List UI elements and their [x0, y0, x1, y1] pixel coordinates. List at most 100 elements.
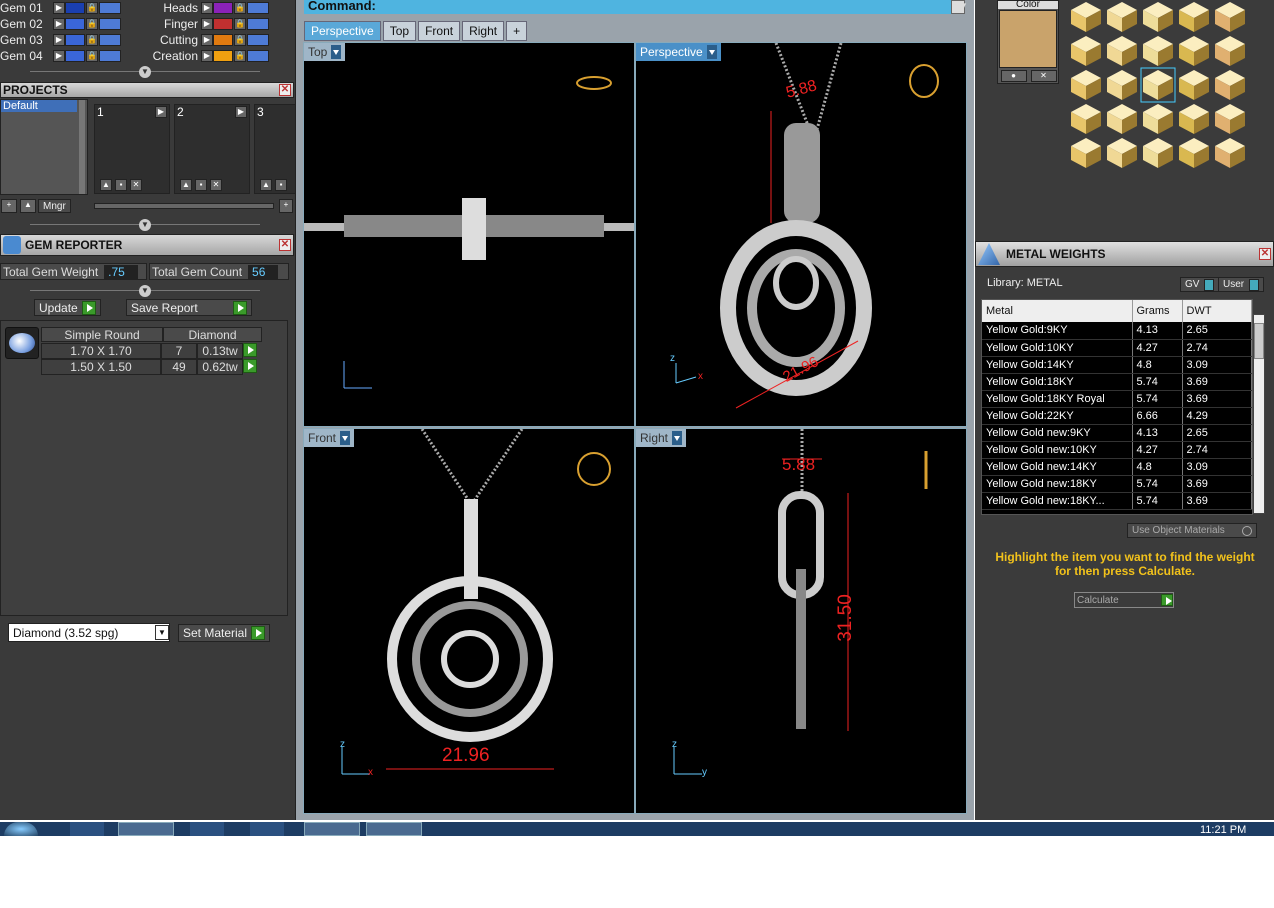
- metal-swatch-icon[interactable]: [1179, 70, 1209, 100]
- metal-swatch-icon[interactable]: [1107, 70, 1137, 100]
- lock-icon[interactable]: 🔒: [86, 50, 98, 62]
- table-row[interactable]: Yellow Gold:18KY 5.74 3.69: [982, 373, 1252, 391]
- visibility-toggle[interactable]: [99, 34, 121, 46]
- lock-icon[interactable]: 🔒: [234, 50, 246, 62]
- app-icon[interactable]: [250, 822, 284, 836]
- layer-row[interactable]: Gem 04 ▶ 🔒: [0, 48, 140, 64]
- material-select[interactable]: Diamond (3.52 spg) ▼: [8, 623, 170, 642]
- metal-swatch-icon[interactable]: [1140, 67, 1176, 103]
- metal-swatch-icon[interactable]: [1071, 2, 1101, 32]
- start-button-icon[interactable]: [4, 822, 38, 836]
- metal-swatch-icon[interactable]: [1179, 104, 1209, 134]
- collapse-handle-icon[interactable]: ▼: [139, 285, 151, 297]
- visibility-toggle[interactable]: [99, 18, 121, 30]
- metal-swatch-icon[interactable]: [1071, 138, 1101, 168]
- lock-icon[interactable]: 🔒: [234, 34, 246, 46]
- visibility-toggle[interactable]: [99, 2, 121, 14]
- column-header[interactable]: Grams: [1132, 300, 1183, 322]
- metal-swatch-icon[interactable]: [1215, 138, 1245, 168]
- viewport-perspective[interactable]: Perspective 5.88 21.96 z x: [635, 42, 967, 427]
- close-icon[interactable]: ✕: [279, 84, 291, 96]
- close-icon[interactable]: ✕: [1030, 70, 1057, 82]
- table-row[interactable]: Yellow Gold new:18KY... 5.74 3.69: [982, 492, 1252, 510]
- layer-color[interactable]: [65, 50, 85, 62]
- delete-icon[interactable]: ✕: [210, 179, 222, 191]
- expand-icon[interactable]: ▶: [201, 2, 213, 14]
- calculate-button[interactable]: Calculate: [1074, 592, 1174, 608]
- up-icon[interactable]: ▲: [260, 179, 272, 191]
- layer-row[interactable]: Heads ▶ 🔒: [146, 0, 286, 16]
- visibility-toggle[interactable]: [247, 18, 269, 30]
- layer-color[interactable]: [213, 2, 233, 14]
- expand-icon[interactable]: ▶: [201, 50, 213, 62]
- metal-swatch-icon[interactable]: [1179, 2, 1209, 32]
- expand-icon[interactable]: ▶: [201, 34, 213, 46]
- metal-swatch-icon[interactable]: [1071, 104, 1101, 134]
- layer-color[interactable]: [213, 18, 233, 30]
- close-icon[interactable]: ✕: [1259, 248, 1271, 260]
- column-header[interactable]: DWT: [1182, 300, 1252, 322]
- play-icon[interactable]: [243, 359, 257, 373]
- scroll-thumb[interactable]: [1254, 323, 1264, 359]
- close-icon[interactable]: ✕: [279, 239, 291, 251]
- metal-swatch-icon[interactable]: [1215, 70, 1245, 100]
- scroll-arrows-icon[interactable]: ▲▼: [951, 0, 968, 14]
- add-icon[interactable]: +: [279, 199, 293, 213]
- scrollbar[interactable]: [79, 100, 85, 194]
- layer-row[interactable]: Creation ▶ 🔒: [146, 48, 286, 64]
- layer-color[interactable]: [65, 34, 85, 46]
- update-button[interactable]: Update: [34, 299, 101, 316]
- project-scrollbar[interactable]: [94, 203, 274, 209]
- visibility-toggle[interactable]: [247, 50, 269, 62]
- save-icon[interactable]: ▪: [115, 179, 127, 191]
- metal-swatch-icon[interactable]: [1143, 104, 1173, 134]
- save-icon[interactable]: ▪: [195, 179, 207, 191]
- table-scrollbar[interactable]: [1253, 314, 1265, 514]
- expand-icon[interactable]: ▶: [53, 34, 65, 46]
- expand-icon[interactable]: ▶: [53, 50, 65, 62]
- command-line[interactable]: Command:: [304, 0, 964, 14]
- metal-swatch-icon[interactable]: [1107, 138, 1137, 168]
- gv-toggle[interactable]: GV: [1180, 277, 1220, 292]
- layer-color[interactable]: [213, 50, 233, 62]
- metal-swatch-icon[interactable]: [1071, 36, 1101, 66]
- color-wheel-icon[interactable]: ●: [1000, 70, 1027, 82]
- table-row[interactable]: Yellow Gold new:14KY 4.8 3.09: [982, 458, 1252, 476]
- table-row[interactable]: Yellow Gold:14KY 4.8 3.09: [982, 356, 1252, 374]
- table-row[interactable]: Yellow Gold:22KY 6.66 4.29: [982, 407, 1252, 425]
- save-report-button[interactable]: Save Report: [126, 299, 252, 316]
- project-item-default[interactable]: Default: [1, 100, 77, 112]
- project-list[interactable]: Default: [0, 99, 88, 195]
- metal-swatch-icon[interactable]: [1143, 36, 1173, 66]
- project-slot[interactable]: 1 ▶ ▲ ▪ ✕: [94, 104, 170, 194]
- lock-icon[interactable]: 🔒: [234, 18, 246, 30]
- app-icon[interactable]: [190, 822, 224, 836]
- layer-row[interactable]: Gem 03 ▶ 🔒: [0, 32, 140, 48]
- layer-row[interactable]: Cutting ▶ 🔒: [146, 32, 286, 48]
- metal-swatch-icon[interactable]: [1179, 138, 1209, 168]
- metal-swatch-icon[interactable]: [1107, 36, 1137, 66]
- collapse-handle-icon[interactable]: ▼: [139, 66, 151, 78]
- metal-swatch-icon[interactable]: [1143, 2, 1173, 32]
- gem-row[interactable]: 1.70 X 1.70 7 0.13tw: [41, 343, 257, 359]
- collapse-handle-icon[interactable]: ▼: [139, 219, 151, 231]
- browser-icon[interactable]: [70, 822, 104, 836]
- metal-swatch-icon[interactable]: [1215, 36, 1245, 66]
- play-icon[interactable]: ▶: [235, 106, 247, 118]
- explorer-icon[interactable]: [118, 822, 174, 836]
- up-arrow-icon[interactable]: ▲: [20, 199, 36, 213]
- project-slot[interactable]: 3 ▲ ▪: [254, 104, 296, 194]
- tab-top[interactable]: Top: [382, 21, 417, 41]
- up-icon[interactable]: ▲: [180, 179, 192, 191]
- column-header[interactable]: Metal: [982, 300, 1133, 322]
- visibility-toggle[interactable]: [247, 34, 269, 46]
- expand-icon[interactable]: ▶: [53, 2, 65, 14]
- visibility-toggle[interactable]: [99, 50, 121, 62]
- table-row[interactable]: Yellow Gold new:10KY 4.27 2.74: [982, 441, 1252, 459]
- layer-row[interactable]: Gem 01 ▶ 🔒: [0, 0, 140, 16]
- use-object-materials-button[interactable]: Use Object Materials: [1127, 523, 1257, 538]
- table-row[interactable]: Yellow Gold:10KY 4.27 2.74: [982, 339, 1252, 357]
- up-icon[interactable]: ▲: [100, 179, 112, 191]
- set-material-button[interactable]: Set Material: [178, 624, 271, 642]
- metal-swatch-icon[interactable]: [1071, 70, 1101, 100]
